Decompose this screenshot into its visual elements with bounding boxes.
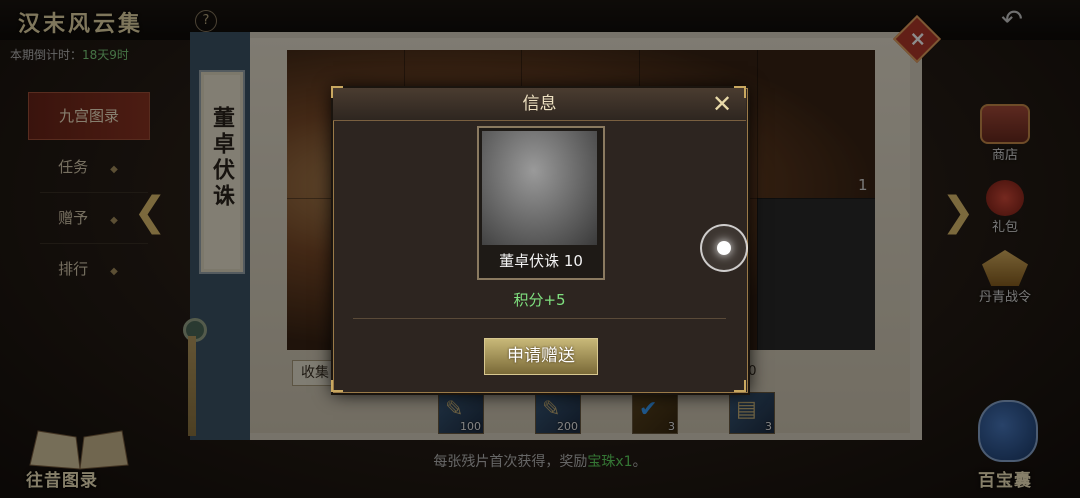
dialog-title: 信息 xyxy=(522,94,557,114)
points-reward: 积分+5 xyxy=(513,291,566,309)
corner-ornament xyxy=(331,380,343,392)
fragment-card-name: 董卓伏诛 10 xyxy=(499,252,583,270)
close-icon[interactable]: ✕ xyxy=(707,88,737,120)
request-gift-button[interactable]: 申请赠送 xyxy=(484,338,598,375)
fragment-card-art xyxy=(482,131,597,245)
corner-ornament xyxy=(734,380,746,392)
divider xyxy=(353,318,726,319)
touch-indicator xyxy=(700,224,748,272)
